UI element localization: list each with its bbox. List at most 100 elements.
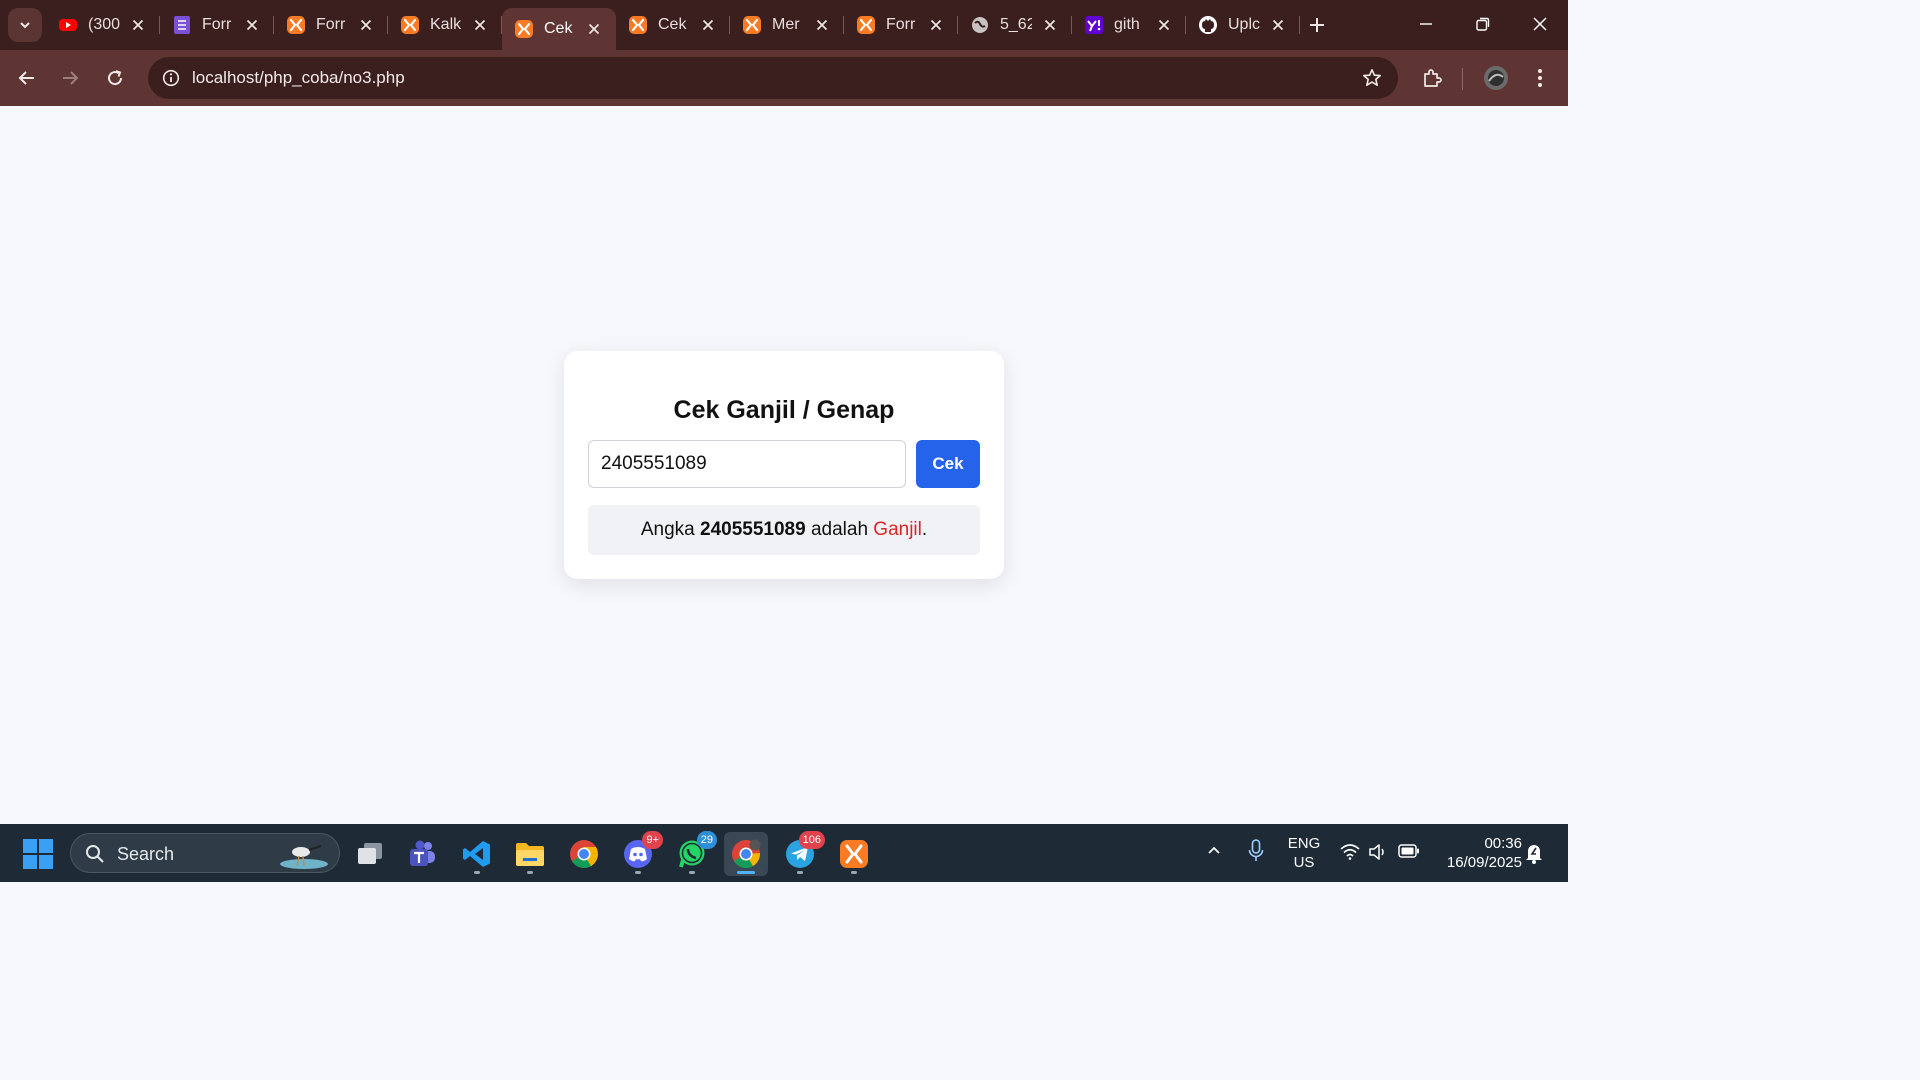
xampp-icon — [628, 15, 648, 35]
profile-avatar[interactable] — [1478, 60, 1514, 96]
youtube-icon — [58, 15, 78, 35]
result-suffix: . — [921, 519, 928, 540]
clock-time: 00:36 — [1484, 835, 1522, 852]
address-bar[interactable]: localhost/php_coba/no3.php — [148, 57, 1398, 99]
tab-title: Mer — [772, 16, 800, 33]
tab-title: Uplc — [1228, 16, 1260, 33]
teams-taskbar-button[interactable] — [400, 832, 444, 876]
windows-start-button[interactable] — [22, 838, 54, 870]
close-tab-icon[interactable] — [358, 17, 374, 33]
language-code: ENG — [1287, 835, 1321, 852]
close-window-button[interactable] — [1520, 6, 1560, 42]
browser-tab[interactable]: Cek — [502, 8, 616, 50]
show-hidden-icons-button[interactable] — [1206, 842, 1222, 858]
search-icon — [86, 845, 104, 863]
whatsapp-taskbar-button[interactable]: 29 — [670, 831, 717, 876]
xampp-icon — [400, 15, 420, 35]
telegram-taskbar-button[interactable]: 106 — [778, 831, 825, 876]
chrome-profile-taskbar-button[interactable] — [724, 832, 768, 876]
taskbar-search[interactable]: Search — [70, 833, 340, 873]
minimize-button[interactable] — [1406, 6, 1446, 42]
tab-title: Kalk — [430, 16, 462, 33]
close-tab-icon[interactable] — [472, 17, 488, 33]
volume-icon[interactable] — [1368, 842, 1388, 862]
running-indicator — [689, 871, 695, 874]
browser-tab[interactable]: Forr — [274, 0, 388, 50]
forms-icon — [172, 15, 192, 35]
tab-title: Forr — [886, 16, 916, 33]
close-tab-icon[interactable] — [1156, 17, 1172, 33]
task-view-taskbar-button[interactable] — [348, 832, 392, 876]
close-tab-icon[interactable] — [586, 21, 602, 37]
xampp-icon — [514, 19, 534, 39]
browser-tab[interactable]: Forr — [160, 0, 274, 50]
browser-tab[interactable]: 5_62 — [958, 0, 1072, 50]
close-tab-icon[interactable] — [130, 17, 146, 33]
task-view-icon — [355, 841, 385, 867]
new-tab-button[interactable] — [1302, 10, 1332, 40]
wifi-icon[interactable] — [1340, 844, 1360, 860]
browser-tab[interactable]: Cek — [616, 0, 730, 50]
notification-bell-icon[interactable] — [1524, 842, 1544, 864]
close-tab-icon[interactable] — [1270, 17, 1286, 33]
browser-tab[interactable]: Uplc — [1186, 0, 1300, 50]
close-tab-icon[interactable] — [1042, 17, 1058, 33]
browser-tab[interactable]: Forr — [844, 0, 958, 50]
xampp-icon — [742, 15, 762, 35]
notification-badge: 9+ — [642, 831, 663, 849]
tab-title: gith — [1114, 16, 1140, 33]
globe-icon — [970, 15, 990, 35]
browser-tab[interactable]: Mer — [730, 0, 844, 50]
clock-date: 16/09/2025 — [1446, 854, 1522, 871]
browser-tab[interactable]: (300 — [46, 0, 160, 50]
notification-badge: 106 — [798, 831, 825, 849]
teams-icon — [407, 840, 437, 868]
result-box: Angka 2405551089 adalah Ganjil. — [588, 505, 980, 555]
extensions-button[interactable] — [1414, 60, 1450, 96]
reload-icon — [108, 70, 123, 86]
language-indicator[interactable]: ENG US — [1286, 834, 1322, 872]
browser-menu-button[interactable] — [1522, 60, 1558, 96]
chrome-taskbar-button[interactable] — [562, 832, 606, 876]
site-info-icon[interactable] — [158, 65, 184, 91]
tab-title: 5_62 — [1000, 16, 1032, 33]
restore-button[interactable] — [1463, 6, 1503, 42]
search-highlight-bird-icon — [280, 845, 328, 869]
search-label: Search — [117, 844, 175, 864]
arrow-left-icon — [18, 71, 34, 85]
bookmark-star-icon[interactable] — [1360, 66, 1384, 90]
close-tab-icon[interactable] — [700, 17, 716, 33]
running-indicator — [851, 871, 857, 874]
url-text: localhost/php_coba/no3.php — [192, 68, 405, 87]
cek-button[interactable]: Cek — [916, 440, 980, 488]
tab-title: Cek — [658, 16, 687, 33]
reload-button[interactable] — [97, 60, 133, 96]
tab-title: Cek — [544, 20, 573, 37]
back-button[interactable] — [9, 60, 45, 96]
xampp-taskbar-button[interactable] — [832, 832, 876, 876]
vscode-taskbar-button[interactable] — [455, 832, 499, 876]
forward-button[interactable] — [52, 60, 88, 96]
close-tab-icon[interactable] — [244, 17, 260, 33]
close-tab-icon[interactable] — [814, 17, 830, 33]
browser-toolbar: localhost/php_coba/no3.php — [0, 50, 1568, 106]
browser-tab[interactable]: Kalk — [388, 0, 502, 50]
file-explorer-taskbar-button[interactable] — [508, 832, 552, 876]
running-indicator — [527, 871, 533, 874]
discord-taskbar-button[interactable]: 9+ — [616, 831, 663, 876]
tab-list: (300 Forr Forr Kalk Cek Cek Mer Forr 5_62 gith Upl… — [46, 0, 1300, 50]
xampp-icon — [839, 839, 869, 869]
running-indicator — [635, 871, 641, 874]
tab-search-button[interactable] — [8, 8, 42, 42]
xampp-icon — [856, 15, 876, 35]
file-explorer-icon — [514, 840, 546, 868]
microphone-icon[interactable] — [1248, 839, 1264, 863]
chrome-icon — [569, 839, 599, 869]
screen: (300 Forr Forr Kalk Cek Cek Mer Forr 5_62 gith Upl… — [0, 0, 1568, 882]
number-input[interactable] — [588, 440, 906, 488]
result-prefix: Angka — [640, 519, 700, 540]
battery-icon[interactable] — [1398, 844, 1420, 858]
system-clock[interactable]: 00:36 16/09/2025 — [1432, 834, 1522, 872]
close-tab-icon[interactable] — [928, 17, 944, 33]
browser-tab[interactable]: gith — [1072, 0, 1186, 50]
